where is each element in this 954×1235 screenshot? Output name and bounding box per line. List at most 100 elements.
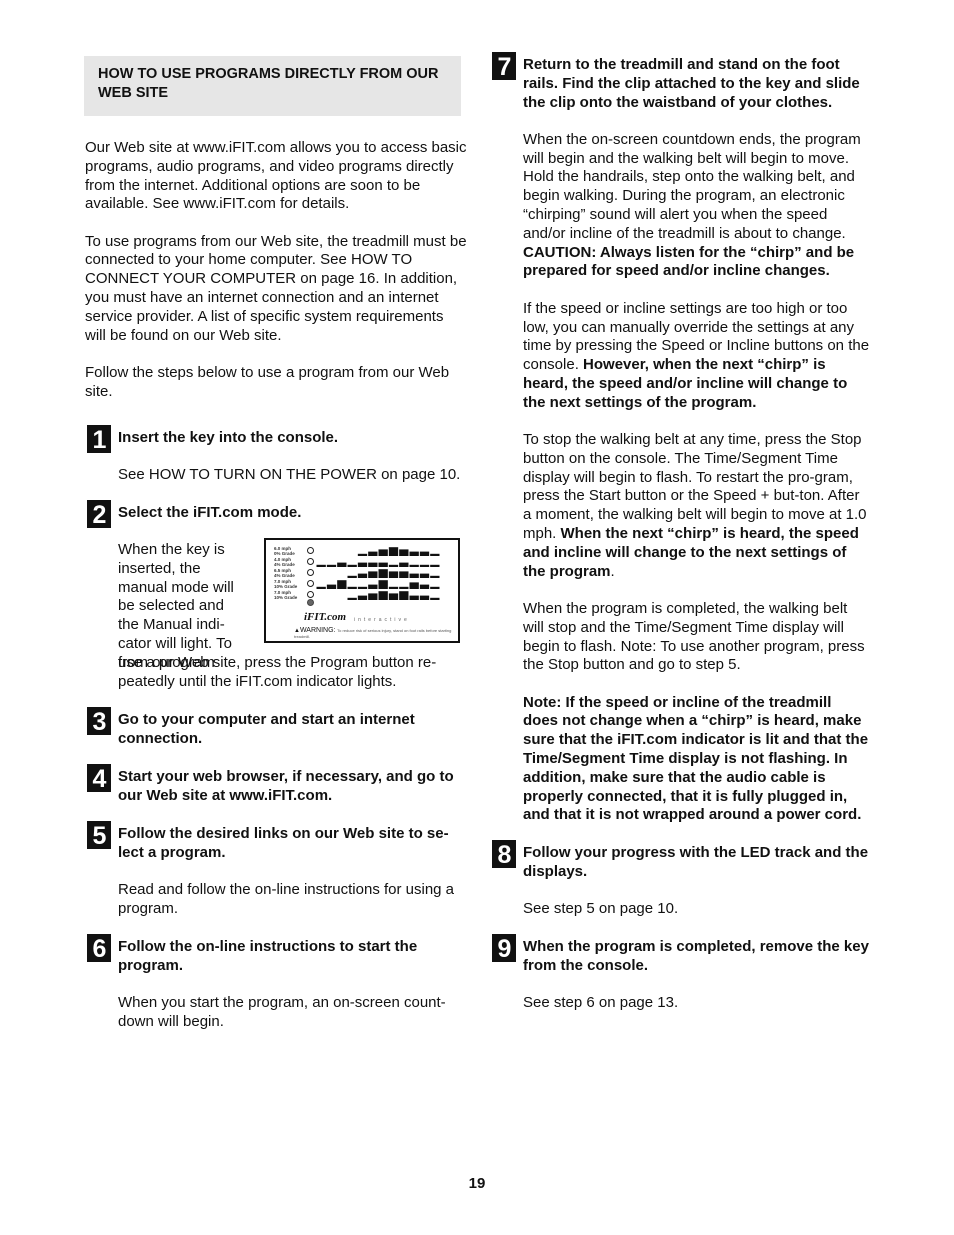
program-profile-graphic xyxy=(316,580,440,589)
program-label: 4.0 mph 4% Grade xyxy=(274,557,304,567)
warning-title: WARNING: xyxy=(299,626,336,634)
profile-bar xyxy=(430,597,440,600)
step-title: Follow your progress with the LED track … xyxy=(523,844,869,880)
profile-bar xyxy=(357,553,368,556)
profile-bar xyxy=(409,551,419,556)
step-paragraph: Note: If the speed or incline of the tre… xyxy=(523,694,870,826)
step-9: 9 When the program is completed, remove … xyxy=(490,934,870,1013)
profile-bar xyxy=(347,575,357,578)
profile-bar xyxy=(378,580,388,589)
program-indicator-led xyxy=(307,557,314,565)
ifit-indicator-led xyxy=(307,598,314,606)
body-text: When the on-screen countdown ends, the p… xyxy=(523,130,861,242)
profile-bar xyxy=(430,586,440,589)
page-number: 19 xyxy=(468,1175,486,1192)
step-paragraph: When the program is completed, the walki… xyxy=(523,600,870,675)
profile-bar xyxy=(368,551,378,556)
emphasis-text: CAUTION: Always listen for the “chirp” a… xyxy=(523,243,855,280)
program-indicator-led xyxy=(307,579,314,587)
console-program-row: 7.0 mph 10% Grade xyxy=(274,579,454,589)
profile-bar xyxy=(419,584,430,589)
step-paragraph: When the on-screen countdown ends, the p… xyxy=(523,131,870,281)
ifit-tagline: interactive xyxy=(354,616,410,623)
profile-bar xyxy=(368,584,378,589)
profile-bar xyxy=(388,586,399,589)
step-number-badge: 9 xyxy=(492,934,516,963)
profile-bar xyxy=(399,562,409,567)
profile-bar xyxy=(430,553,440,556)
step-title: When the program is completed, remove th… xyxy=(523,938,869,974)
step-7: 7 Return to the treadmill and stand on t… xyxy=(490,52,870,825)
step-number-badge: 6 xyxy=(87,933,111,963)
ifit-logo-text: iFIT.com xyxy=(304,610,347,623)
profile-bar xyxy=(409,564,419,567)
profile-bar xyxy=(409,582,419,589)
profile-bar xyxy=(368,571,378,578)
step-number-badge: 1 xyxy=(87,424,111,454)
profile-bar xyxy=(430,564,440,567)
step-2: 2 Select the iFIT.com mode. When the key… xyxy=(85,499,468,692)
step-number-badge: 4 xyxy=(87,764,111,793)
profile-bar xyxy=(347,564,357,567)
profile-bar xyxy=(378,562,388,567)
console-illustration: 6.0 mph 0% Grade 4.0 mph 4% Grade 6.5 mph 4% … xyxy=(264,537,460,643)
program-profile-graphic xyxy=(347,591,440,600)
profile-bar xyxy=(326,564,337,567)
step-8: 8 Follow your progress with the LED trac… xyxy=(490,840,870,919)
step-body: Read and follow the on-line instructions… xyxy=(118,881,455,918)
profile-bar xyxy=(337,562,347,567)
profile-bar xyxy=(419,595,430,600)
program-label: 6.5 mph 4% Grade xyxy=(274,568,304,578)
profile-bar xyxy=(388,547,399,556)
step-body: When you start the program, an on-screen… xyxy=(118,993,446,1030)
profile-bar xyxy=(316,586,326,589)
profile-bar xyxy=(326,584,337,589)
step-body: When the on-screen countdown ends, the p… xyxy=(523,131,870,825)
program-label: 6.0 mph 0% Grade xyxy=(274,546,304,556)
step-paragraph: If the speed or incline settings are too… xyxy=(523,300,870,413)
step-body-with-figure: When the key is inserted, the manual mod… xyxy=(118,537,468,692)
step-number-badge: 8 xyxy=(492,840,516,869)
step-3: 3 Go to your computer and start an inter… xyxy=(85,706,468,749)
program-profile-graphic xyxy=(316,562,440,567)
body-text: . xyxy=(610,562,615,580)
console-program-row: 6.0 mph 0% Grade xyxy=(274,546,454,556)
profile-bar xyxy=(388,571,399,578)
intro-paragraph-1: Our Web site at www.iFIT.com allows you … xyxy=(85,139,467,213)
step-title: Insert the key into the console. xyxy=(118,428,339,446)
profile-bar xyxy=(357,595,368,600)
program-profile-graphic xyxy=(347,569,440,578)
right-column: 7 Return to the treadmill and stand on t… xyxy=(490,52,870,1013)
step-number-badge: 2 xyxy=(87,499,111,529)
profile-bar xyxy=(419,551,430,556)
console-program-row: 7.0 mph 10% Grade xyxy=(274,590,454,600)
step-number-badge: 7 xyxy=(492,52,516,81)
step-body: When the key is inserted, the manual mod… xyxy=(118,540,234,671)
step-body-continued: from our Web site, press the Program but… xyxy=(118,653,437,690)
profile-bar xyxy=(399,571,409,578)
step-number-badge: 5 xyxy=(87,821,111,850)
console-program-row: 6.5 mph 4% Grade xyxy=(274,568,454,578)
profile-bar xyxy=(409,573,419,578)
step-title: Select the iFIT.com mode. xyxy=(118,503,302,521)
profile-bar xyxy=(316,564,326,567)
program-grade: 0% Grade xyxy=(274,550,295,556)
console-program-row: 4.0 mph 4% Grade xyxy=(274,557,454,567)
program-grade: 4% Grade xyxy=(274,561,295,567)
section-heading: HOW TO USE PROGRAMS DIRECTLY FROM OUR WE… xyxy=(84,56,461,116)
program-grade: 10% Grade xyxy=(274,594,298,600)
ifit-logo: iFIT.com xyxy=(304,608,346,627)
profile-bar xyxy=(409,595,419,600)
intro-paragraph-2: To use programs from our Web site, the t… xyxy=(85,232,467,344)
profile-bar xyxy=(337,580,347,589)
step-1: 1 Insert the key into the console. See H… xyxy=(85,424,468,485)
profile-bar xyxy=(399,549,409,556)
program-label: 7.0 mph 10% Grade xyxy=(274,579,304,589)
program-profile-graphic xyxy=(357,547,440,556)
profile-bar xyxy=(357,586,368,589)
left-column: HOW TO USE PROGRAMS DIRECTLY FROM OUR WE… xyxy=(84,56,468,1032)
program-indicator-led xyxy=(307,590,314,598)
step-6: 6 Follow the on-line instructions to sta… xyxy=(85,933,468,1032)
profile-bar xyxy=(368,562,378,567)
program-indicator-led xyxy=(307,568,314,576)
